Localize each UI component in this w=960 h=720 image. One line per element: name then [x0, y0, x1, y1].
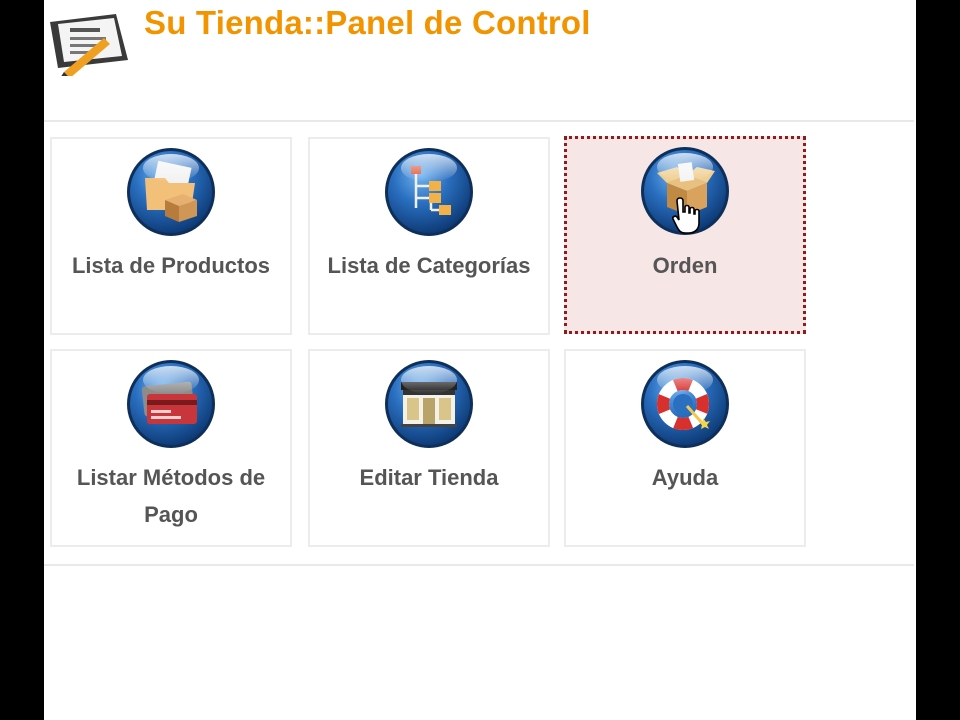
tile-label: Orden	[652, 253, 718, 278]
tile-orden[interactable]: Orden	[564, 136, 806, 334]
tile-label: Lista de Categorías	[327, 253, 531, 278]
control-panel-page: Su Tienda::Panel de Control Lista de Pro…	[44, 0, 916, 720]
tile-editar-tienda[interactable]: Editar Tienda	[308, 349, 550, 547]
folder-box-icon	[127, 148, 215, 236]
credit-cards-icon	[127, 360, 215, 448]
tile-label: Lista de Productos	[71, 253, 271, 278]
tile-label: Editar Tienda	[359, 465, 499, 490]
footer-divider	[44, 564, 914, 566]
storefront-icon	[385, 360, 473, 448]
life-buoy-icon	[641, 360, 729, 448]
tile-ayuda[interactable]: Ayuda	[564, 349, 806, 547]
page-title: Su Tienda::Panel de Control	[144, 4, 591, 41]
tile-lista-de-categorias[interactable]: Lista de Categorías	[308, 137, 550, 335]
tile-listar-metodos-de-pago[interactable]: Listar Métodos de Pago	[50, 349, 292, 547]
header-divider	[44, 120, 914, 122]
tile-label: Listar Métodos de Pago	[76, 465, 266, 527]
tile-label: Ayuda	[651, 465, 719, 490]
category-tree-icon	[385, 148, 473, 236]
hand-cursor-icon	[672, 197, 700, 234]
notepad-pencil-icon	[50, 14, 128, 76]
header: Su Tienda::Panel de Control	[44, 0, 916, 120]
tile-lista-de-productos[interactable]: Lista de Productos	[50, 137, 292, 335]
